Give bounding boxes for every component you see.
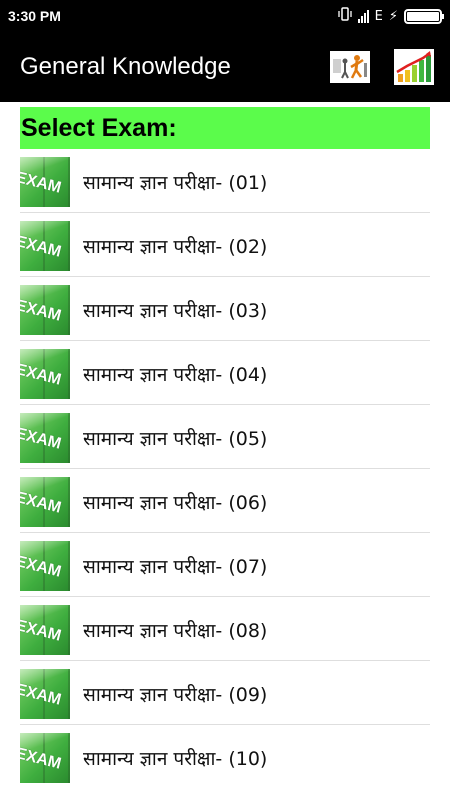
exam-label: सामान्य ज्ञान परीक्षा- (05) [83, 427, 268, 450]
exam-list-item[interactable]: EXAM सामान्य ज्ञान परीक्षा- (10) [20, 725, 430, 789]
exam-label: सामान्य ज्ञान परीक्षा- (01) [83, 171, 268, 194]
exam-keyboard-icon: EXAM [20, 412, 70, 463]
growth-chart-icon[interactable] [394, 49, 434, 85]
exam-keyboard-icon: EXAM [20, 604, 70, 655]
exam-label: सामान्य ज्ञान परीक्षा- (09) [83, 683, 268, 706]
app-bar: General Knowledge [0, 32, 450, 102]
exam-label: सामान्य ज्ञान परीक्षा- (07) [83, 555, 268, 578]
battery-icon [404, 8, 444, 24]
network-type: E [374, 8, 383, 24]
status-bar: 3:30 PM E ⚡ [0, 0, 450, 32]
app-title: General Knowledge [20, 53, 231, 80]
exam-list-item[interactable]: EXAM सामान्य ज्ञान परीक्षा- (03) [20, 277, 430, 341]
exam-label: सामान्य ज्ञान परीक्षा- (08) [83, 619, 268, 642]
exam-label: सामान्य ज्ञान परीक्षा- (04) [83, 363, 268, 386]
exam-keyboard-icon: EXAM [20, 476, 70, 527]
exam-list-item[interactable]: EXAM सामान्य ज्ञान परीक्षा- (08) [20, 597, 430, 661]
exam-list-item[interactable]: EXAM सामान्य ज्ञान परीक्षा- (02) [20, 213, 430, 277]
exam-label: सामान्य ज्ञान परीक्षा- (03) [83, 299, 268, 322]
exam-list-item[interactable]: EXAM सामान्य ज्ञान परीक्षा- (04) [20, 341, 430, 405]
exam-list-item[interactable]: EXAM सामान्य ज्ञान परीक्षा- (09) [20, 661, 430, 725]
vibrate-icon [337, 7, 352, 25]
exam-list: EXAM सामान्य ज्ञान परीक्षा- (01) EXAM सामान… [20, 149, 430, 789]
exam-list-item[interactable]: EXAM सामान्य ज्ञान परीक्षा- (05) [20, 405, 430, 469]
exam-list-item[interactable]: EXAM सामान्य ज्ञान परीक्षा- (01) [20, 149, 430, 213]
select-exam-header: Select Exam: [20, 107, 430, 149]
charging-icon: ⚡ [388, 8, 398, 24]
status-time: 3:30 PM [8, 8, 61, 24]
exam-label: सामान्य ज्ञान परीक्षा- (10) [83, 748, 268, 770]
exam-label: सामान्य ज्ञान परीक्षा- (06) [83, 491, 268, 514]
exam-keyboard-icon: EXAM [20, 156, 70, 207]
exam-keyboard-icon: EXAM [20, 733, 70, 783]
exam-keyboard-icon: EXAM [20, 540, 70, 591]
exam-keyboard-icon: EXAM [20, 220, 70, 271]
exercise-figure-icon[interactable] [330, 51, 370, 83]
exam-list-item[interactable]: EXAM सामान्य ज्ञान परीक्षा- (06) [20, 469, 430, 533]
exam-keyboard-icon: EXAM [20, 348, 70, 399]
exam-keyboard-icon: EXAM [20, 668, 70, 719]
status-icons: E ⚡ [337, 7, 444, 25]
exam-label: सामान्य ज्ञान परीक्षा- (02) [83, 235, 268, 258]
exam-list-item[interactable]: EXAM सामान्य ज्ञान परीक्षा- (07) [20, 533, 430, 597]
signal-icon [357, 9, 369, 23]
exam-keyboard-icon: EXAM [20, 284, 70, 335]
